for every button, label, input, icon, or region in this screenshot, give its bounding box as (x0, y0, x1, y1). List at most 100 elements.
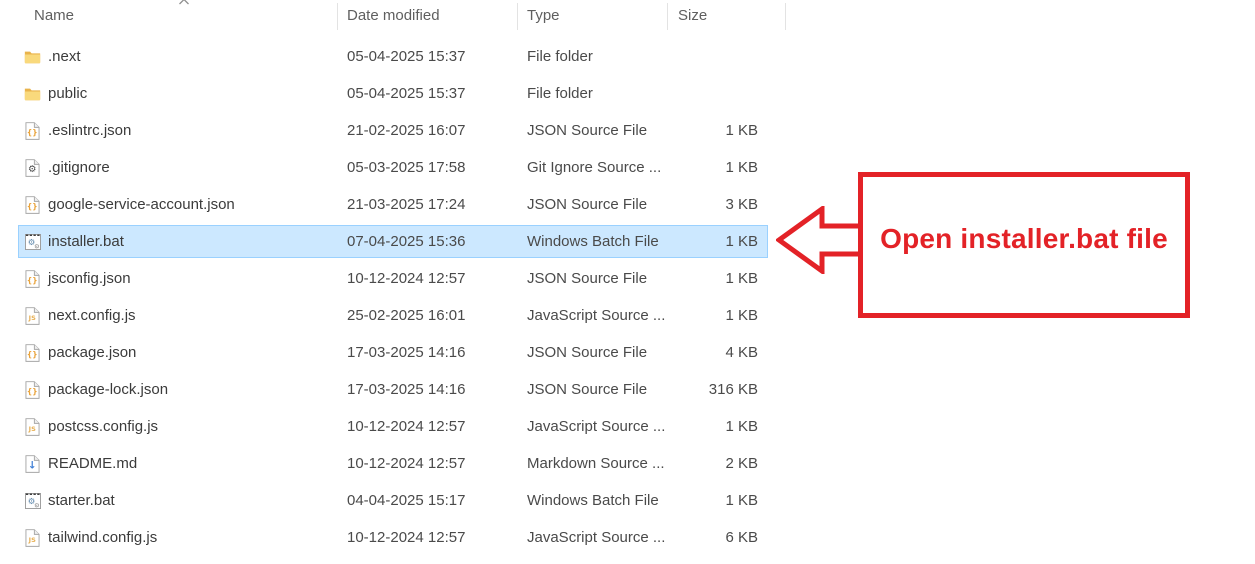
folder-icon (24, 85, 41, 103)
file-explorer-window: Name Date modified Type Size .next 05-04-202… (0, 0, 1255, 564)
column-header-date[interactable]: Date modified (347, 0, 440, 32)
file-type-cell: JavaScript Source ... (527, 307, 666, 324)
file-name-cell: {} package-lock.json (24, 371, 168, 408)
file-name-cell: JS tailwind.config.js (24, 519, 157, 556)
file-row-next.config.js[interactable]: JS next.config.js 25-02-2025 16:01 JavaScri… (18, 297, 768, 334)
file-name-label: .eslintrc.json (48, 122, 132, 139)
file-name-cell: ⚙ ⚙ starter.bat (24, 482, 115, 519)
file-size-cell: 316 KB (708, 381, 758, 398)
date-modified-cell: 05-03-2025 17:58 (347, 159, 466, 176)
file-name-cell: public (24, 75, 87, 112)
file-size-cell: 4 KB (725, 344, 758, 361)
column-resize-handle[interactable] (785, 3, 786, 30)
file-type-cell: JavaScript Source ... (527, 529, 666, 546)
file-name-label: google-service-account.json (48, 196, 235, 213)
file-row-package-lock.json[interactable]: {} package-lock.json 17-03-2025 14:16 JSON … (18, 371, 768, 408)
folder-icon (24, 48, 41, 66)
svg-text:{}: {} (27, 201, 38, 210)
svg-text:JS: JS (28, 424, 36, 432)
column-headers: Name Date modified Type Size (0, 0, 800, 32)
file-name-cell: {} google-service-account.json (24, 186, 235, 223)
date-modified-cell: 04-04-2025 15:17 (347, 492, 466, 509)
svg-text:JS: JS (28, 535, 36, 543)
file-row-.next[interactable]: .next 05-04-2025 15:37 File folder (18, 38, 768, 75)
file-size-cell: 1 KB (725, 307, 758, 324)
file-name-label: .gitignore (48, 159, 110, 176)
date-modified-cell: 17-03-2025 14:16 (347, 381, 466, 398)
json-file-icon: {} (24, 195, 41, 214)
annotation-label: Open installer.bat file (880, 223, 1168, 254)
file-name-label: README.md (48, 455, 138, 472)
file-row-starter.bat[interactable]: ⚙ ⚙ starter.bat 04-04-2025 15:17 Windows Ba… (18, 482, 768, 519)
date-modified-cell: 17-03-2025 14:16 (347, 344, 466, 361)
file-row-jsconfig.json[interactable]: {} jsconfig.json 10-12-2024 12:57 JSON Sour… (18, 260, 768, 297)
file-size-cell: 1 KB (725, 233, 758, 250)
date-modified-cell: 10-12-2024 12:57 (347, 455, 466, 472)
file-type-cell: JSON Source File (527, 270, 648, 287)
column-header-type[interactable]: Type (527, 0, 560, 32)
date-modified-cell: 05-04-2025 15:37 (347, 48, 466, 65)
date-modified-cell: 25-02-2025 16:01 (347, 307, 466, 324)
svg-text:↓: ↓ (28, 459, 37, 471)
file-size-cell: 2 KB (725, 455, 758, 472)
batch-file-icon: ⚙ ⚙ (24, 233, 41, 251)
column-header-size[interactable]: Size (678, 0, 707, 32)
js-file-icon: JS (24, 417, 41, 436)
file-row-public[interactable]: public 05-04-2025 15:37 File folder (18, 75, 768, 112)
annotation-arrow-icon (776, 206, 864, 274)
file-row-.gitignore[interactable]: ⚙ .gitignore 05-03-2025 17:58 Git Ignore So… (18, 149, 768, 186)
file-row-google-service-account.json[interactable]: {} google-service-account.json 21-03-2025 … (18, 186, 768, 223)
svg-text:{}: {} (27, 349, 38, 358)
file-name-cell: JS postcss.config.js (24, 408, 158, 445)
date-modified-cell: 10-12-2024 12:57 (347, 529, 466, 546)
column-resize-handle[interactable] (667, 3, 668, 30)
date-modified-cell: 07-04-2025 15:36 (347, 233, 466, 250)
column-resize-handle[interactable] (517, 3, 518, 30)
file-name-label: installer.bat (48, 233, 124, 250)
file-name-label: starter.bat (48, 492, 115, 509)
file-size-cell: 6 KB (725, 529, 758, 546)
date-modified-cell: 10-12-2024 12:57 (347, 418, 466, 435)
date-modified-cell: 21-03-2025 17:24 (347, 196, 466, 213)
file-type-cell: JavaScript Source ... (527, 418, 666, 435)
file-name-cell: ⚙ .gitignore (24, 149, 110, 186)
svg-text:⚙: ⚙ (28, 164, 36, 175)
json-file-icon: {} (24, 269, 41, 288)
svg-text:⚙: ⚙ (34, 502, 39, 509)
file-name-label: package.json (48, 344, 137, 361)
svg-text:{}: {} (27, 386, 38, 395)
file-size-cell: 1 KB (725, 270, 758, 287)
date-modified-cell: 21-02-2025 16:07 (347, 122, 466, 139)
json-file-icon: {} (24, 343, 41, 362)
file-name-label: public (48, 85, 88, 102)
file-type-cell: File folder (527, 85, 593, 102)
file-row-tailwind.config.js[interactable]: JS tailwind.config.js 10-12-2024 12:57 Java… (18, 519, 768, 556)
file-size-cell: 3 KB (725, 196, 758, 213)
file-row-README.md[interactable]: ↓ README.md 10-12-2024 12:57 Markdown Sourc… (18, 445, 768, 482)
svg-text:⚙: ⚙ (34, 243, 39, 250)
markdown-file-icon: ↓ (24, 454, 41, 473)
sort-ascending-icon (179, 0, 189, 5)
file-type-cell: Windows Batch File (527, 492, 659, 509)
file-row-package.json[interactable]: {} package.json 17-03-2025 14:16 JSON Sourc… (18, 334, 768, 371)
file-type-cell: Git Ignore Source ... (527, 159, 662, 176)
gear-file-icon: ⚙ (24, 158, 41, 177)
file-type-cell: JSON Source File (527, 122, 648, 139)
file-row-postcss.config.js[interactable]: JS postcss.config.js 10-12-2024 12:57 JavaS… (18, 408, 768, 445)
batch-file-icon: ⚙ ⚙ (24, 492, 41, 510)
file-name-label: tailwind.config.js (48, 529, 158, 546)
file-name-cell: ↓ README.md (24, 445, 137, 482)
file-name-cell: ⚙ ⚙ installer.bat (24, 223, 124, 260)
file-type-cell: JSON Source File (527, 344, 648, 361)
file-name-cell: .next (24, 38, 81, 75)
file-size-cell: 1 KB (725, 159, 758, 176)
json-file-icon: {} (24, 380, 41, 399)
file-name-cell: JS next.config.js (24, 297, 136, 334)
js-file-icon: JS (24, 528, 41, 547)
column-header-name[interactable]: Name (34, 0, 74, 32)
file-type-cell: JSON Source File (527, 381, 648, 398)
file-row-installer.bat[interactable]: ⚙ ⚙ installer.bat 07-04-2025 15:36 Windows … (18, 223, 768, 260)
file-row-.eslintrc.json[interactable]: {} .eslintrc.json 21-02-2025 16:07 JSON Sou… (18, 112, 768, 149)
column-resize-handle[interactable] (337, 3, 338, 30)
annotation-box: Open installer.bat file (858, 172, 1190, 318)
